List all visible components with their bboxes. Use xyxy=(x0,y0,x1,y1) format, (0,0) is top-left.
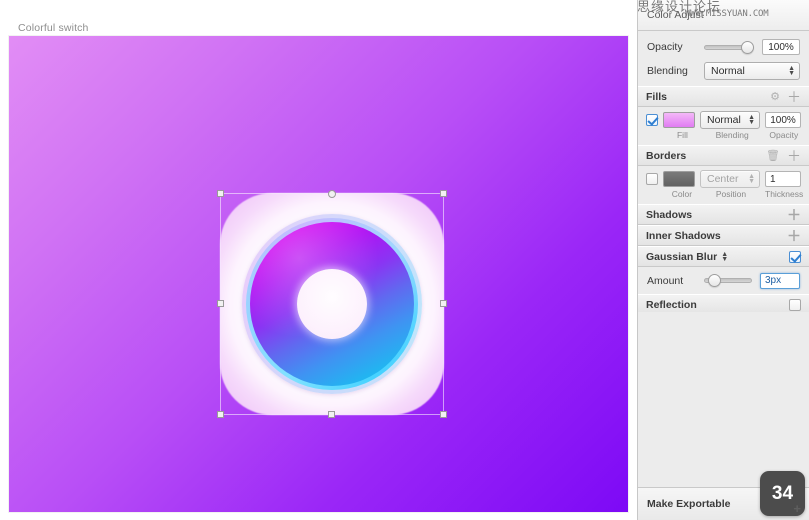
opacity-row: Opacity 100% xyxy=(638,36,809,58)
fill-enabled-checkbox[interactable] xyxy=(646,114,658,126)
gaussian-blur-enabled-checkbox[interactable] xyxy=(789,250,801,263)
blur-amount-slider-knob[interactable] xyxy=(707,274,721,287)
blur-amount-row: Amount 3px xyxy=(638,267,809,294)
blur-amount-field[interactable]: 3px xyxy=(760,272,800,289)
reflection-enabled-checkbox[interactable] xyxy=(789,298,801,311)
fill-opacity-caption: Opacity xyxy=(769,130,799,140)
add-border-icon[interactable]: ＋ xyxy=(787,149,801,163)
border-thickness-field[interactable]: 1 xyxy=(765,171,801,187)
blur-amount-label: Amount xyxy=(647,274,684,287)
border-color-swatch[interactable] xyxy=(663,171,695,187)
rotate-handle-top-center[interactable] xyxy=(328,190,336,198)
chevron-updown-icon: ▲ ▼ xyxy=(788,65,795,77)
blending-row: Blending Normal ▲ ▼ xyxy=(638,60,809,82)
fills-title: Fills xyxy=(646,90,668,103)
opacity-value-field[interactable]: 100% xyxy=(762,39,800,55)
borders-actions: 🗑 ＋ xyxy=(766,149,801,163)
border-row: Center ▲ ▼ 1 xyxy=(638,166,809,188)
inner-shadows-section-header[interactable]: Inner Shadows ＋ xyxy=(638,225,809,246)
fill-caption: Fill xyxy=(676,130,688,140)
trash-icon[interactable]: 🗑 xyxy=(766,149,780,162)
blur-amount-slider[interactable] xyxy=(704,273,752,289)
border-position-select[interactable]: Center ▲ ▼ xyxy=(700,170,760,188)
gaussian-blur-title: Gaussian Blur xyxy=(646,250,718,263)
inspector-panel: Color Adjust 思缘设计论坛 WWW.MISSYUAN.COM Opa… xyxy=(637,0,809,520)
resize-handle-middle-left[interactable] xyxy=(217,300,224,307)
inner-shadows-title: Inner Shadows xyxy=(646,229,721,242)
fill-captions: Fill Blending Opacity xyxy=(638,129,809,145)
opacity-label: Opacity xyxy=(647,41,683,53)
canvas-area[interactable]: Colorful switch xyxy=(0,0,632,520)
border-position-caption: Position xyxy=(715,189,747,199)
fill-blending-caption: Blending xyxy=(715,130,749,140)
resize-handle-bottom-center[interactable] xyxy=(328,411,335,418)
border-captions: Color Position Thickness xyxy=(638,188,809,204)
fills-section-header[interactable]: Fills ⚙ ＋ xyxy=(638,86,809,107)
border-thickness-caption: Thickness xyxy=(765,189,804,199)
make-exportable-label: Make Exportable xyxy=(647,498,731,510)
blur-type-stepper-icon[interactable]: ▲ ▼ xyxy=(721,251,728,263)
artboard-label[interactable]: Colorful switch xyxy=(18,22,89,34)
fill-color-swatch[interactable] xyxy=(663,112,695,128)
fills-actions: ⚙ ＋ xyxy=(770,90,801,104)
resize-handle-bottom-right[interactable] xyxy=(440,411,447,418)
app-window: Colorful switch Color Adjust 思缘设计论坛 WWW.… xyxy=(0,0,809,520)
opacity-slider[interactable] xyxy=(704,39,754,55)
gear-icon[interactable]: ⚙ xyxy=(770,90,780,103)
inspector-header-title: Color Adjust xyxy=(647,9,704,21)
resize-handle-middle-right[interactable] xyxy=(440,300,447,307)
add-fill-icon[interactable]: ＋ xyxy=(787,90,801,104)
selection-bounding-box[interactable] xyxy=(217,190,447,418)
add-inner-shadow-icon[interactable]: ＋ xyxy=(787,229,801,243)
blending-label: Blending xyxy=(647,65,688,77)
count-badge[interactable]: 34 + xyxy=(760,471,805,516)
shadows-title: Shadows xyxy=(646,208,693,221)
resize-handle-top-right[interactable] xyxy=(440,190,447,197)
chevron-updown-icon: ▲ ▼ xyxy=(748,173,755,185)
inspector-header: Color Adjust 思缘设计论坛 WWW.MISSYUAN.COM xyxy=(638,0,809,31)
blending-select[interactable]: Normal ▲ ▼ xyxy=(704,62,800,80)
resize-handle-bottom-left[interactable] xyxy=(217,411,224,418)
fill-blending-select[interactable]: Normal ▲ ▼ xyxy=(700,111,760,129)
gaussian-blur-section-header[interactable]: Gaussian Blur ▲ ▼ xyxy=(638,246,809,267)
border-color-caption: Color xyxy=(671,189,693,199)
fill-opacity-field[interactable]: 100% xyxy=(765,112,801,128)
inspector-empty-space xyxy=(638,312,809,487)
borders-title: Borders xyxy=(646,149,687,162)
shadows-section-header[interactable]: Shadows ＋ xyxy=(638,204,809,225)
count-badge-plus-icon[interactable]: + xyxy=(793,502,801,515)
count-badge-value: 34 xyxy=(771,482,794,504)
fill-row: Normal ▲ ▼ 100% xyxy=(638,107,809,129)
add-shadow-icon[interactable]: ＋ xyxy=(787,208,801,222)
borders-section-header[interactable]: Borders 🗑 ＋ xyxy=(638,145,809,166)
fill-blending-value: Normal xyxy=(707,114,741,126)
border-position-value: Center xyxy=(707,173,739,185)
artboard[interactable] xyxy=(9,36,628,512)
blending-select-value: Normal xyxy=(711,65,745,77)
border-enabled-checkbox[interactable] xyxy=(646,173,658,185)
opacity-slider-knob[interactable] xyxy=(741,40,754,54)
chevron-updown-icon: ▲ ▼ xyxy=(748,114,755,126)
resize-handle-top-left[interactable] xyxy=(217,190,224,197)
gaussian-blur-title-group: Gaussian Blur ▲ ▼ xyxy=(646,251,728,263)
reflection-title: Reflection xyxy=(646,298,697,311)
